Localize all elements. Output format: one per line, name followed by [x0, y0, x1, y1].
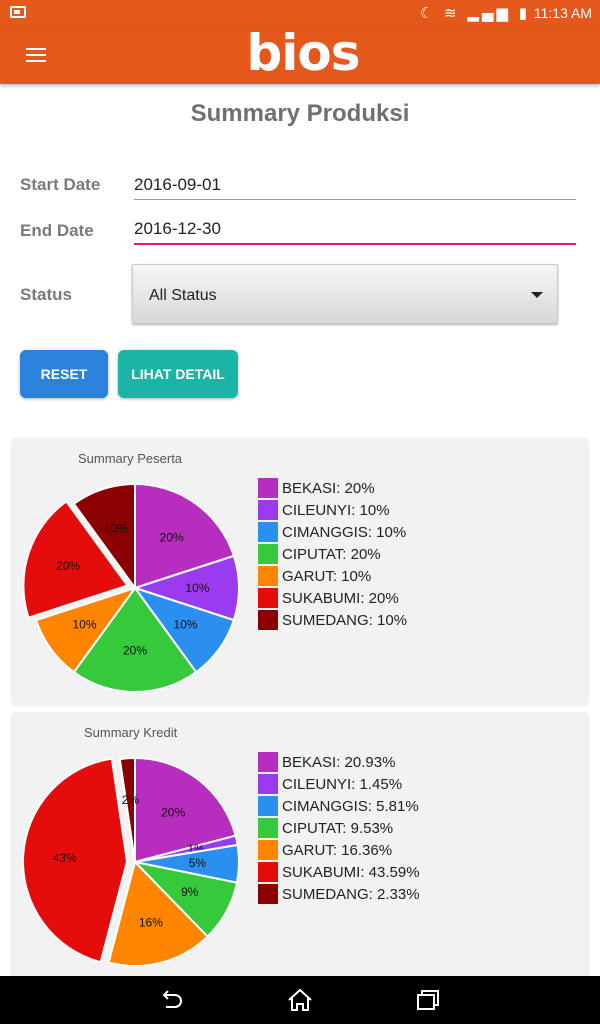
system-nav-bar: [0, 976, 600, 1024]
slice-label: 20%: [160, 531, 184, 545]
slice-label: 20%: [123, 643, 147, 657]
end-date-label: End Date: [20, 221, 94, 240]
recents-icon[interactable]: [413, 986, 443, 1014]
home-icon[interactable]: [285, 986, 315, 1014]
app-bar: bios: [0, 24, 600, 84]
end-date-field[interactable]: [134, 215, 576, 245]
pie-chart-peserta: 20% 10% 10% 20% 10% 20% 10%: [22, 482, 240, 693]
slice-label: 43%: [53, 851, 77, 865]
reset-button[interactable]: RESET: [20, 350, 108, 398]
slice-label: 16%: [139, 915, 163, 929]
status-bar: ☾ ≋ ▂▄▆ ▮ 11:13 AM: [0, 0, 600, 26]
slice-label: 9%: [181, 885, 199, 899]
slice-label: 10%: [173, 618, 197, 632]
slice-label: 2%: [122, 793, 140, 807]
status-select-value: All Status: [149, 287, 217, 304]
slice-label: 20%: [56, 559, 80, 573]
start-date-field[interactable]: [134, 170, 576, 200]
status-icons: ☾ ≋ ▂▄▆ ▮: [419, 4, 530, 22]
dropdown-arrow-icon: [531, 292, 543, 298]
gallery-notification-icon: [10, 6, 26, 18]
hamburger-icon[interactable]: [26, 48, 46, 62]
slice-label: 20%: [161, 806, 185, 820]
slice-label: 10%: [104, 522, 128, 536]
summary-peserta-card: Summary Peserta 20% 10% 10% 20% 10% 20% 10% BE…: [10, 438, 590, 706]
page-title: Summary Produksi: [190, 100, 410, 127]
start-date-label: Start Date: [20, 175, 101, 194]
clock: 11:13 AM: [533, 5, 592, 21]
status-select[interactable]: All Status: [132, 264, 558, 324]
app-logo: bios: [246, 24, 360, 82]
slice-label: 5%: [189, 856, 207, 870]
back-icon[interactable]: [157, 986, 187, 1014]
slice-label: 10%: [185, 581, 209, 595]
status-label: Status: [20, 285, 72, 304]
summary-kredit-card: Summary Kredit 20% 1% 5% 9% 16% 43% 2% BEKASI:…: [10, 712, 590, 976]
lihat-detail-button[interactable]: LIHAT DETAIL: [118, 350, 238, 398]
pie-chart-kredit: 20%1%5%9%16%43%2%: [22, 756, 240, 967]
slice-label: 10%: [73, 618, 97, 632]
